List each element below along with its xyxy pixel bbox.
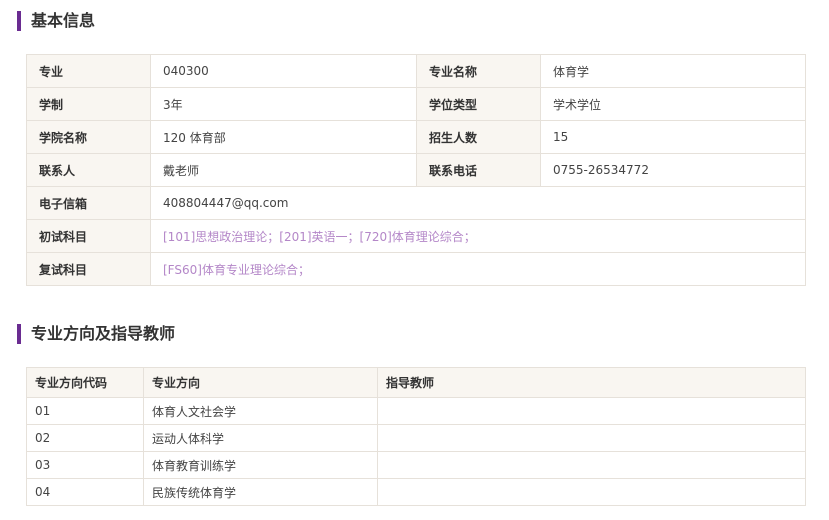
info-label: 招生人数 — [416, 120, 541, 154]
table-row: 04 民族传统体育学 — [26, 478, 806, 506]
info-label: 专业 — [26, 54, 151, 88]
info-row: 电子信箱 408804447@qq.com — [26, 186, 806, 220]
info-row: 学院名称 120 体育部 招生人数 15 — [26, 120, 806, 154]
second-exam-label: 复试科目 — [26, 252, 151, 286]
info-row: 专业 040300 专业名称 体育学 — [26, 54, 806, 88]
info-value: 120 体育部 — [150, 120, 417, 154]
info-row: 联系人 戴老师 联系电话 0755-26534772 — [26, 153, 806, 187]
second-exam-subjects-link[interactable]: [FS60]体育专业理论综合； — [150, 252, 806, 286]
direction-code: 04 — [26, 478, 144, 506]
info-value: 040300 — [150, 54, 417, 88]
direction-code: 03 — [26, 451, 144, 479]
basic-info-table: 专业 040300 专业名称 体育学 学制 3年 学位类型 学术学位 学院名称 … — [26, 54, 806, 286]
basic-info-title: 基本信息 — [17, 11, 95, 31]
column-header-direction: 专业方向 — [143, 367, 378, 398]
info-value: 0755-26534772 — [540, 153, 806, 187]
info-label: 学位类型 — [416, 87, 541, 121]
info-value: 学术学位 — [540, 87, 806, 121]
direction-name: 运动人体科学 — [143, 424, 378, 452]
direction-code: 02 — [26, 424, 144, 452]
info-label: 学制 — [26, 87, 151, 121]
direction-advisor — [377, 397, 806, 425]
info-value: 15 — [540, 120, 806, 154]
first-exam-subjects-link[interactable]: [101]思想政治理论；[201]英语一；[720]体育理论综合； — [150, 219, 806, 253]
column-header-code: 专业方向代码 — [26, 367, 144, 398]
direction-code: 01 — [26, 397, 144, 425]
direction-name: 民族传统体育学 — [143, 478, 378, 506]
info-label: 学院名称 — [26, 120, 151, 154]
direction-advisor — [377, 424, 806, 452]
info-label: 联系电话 — [416, 153, 541, 187]
info-row: 学制 3年 学位类型 学术学位 — [26, 87, 806, 121]
table-header-row: 专业方向代码 专业方向 指导教师 — [26, 367, 806, 398]
email-value: 408804447@qq.com — [150, 186, 806, 220]
info-value: 体育学 — [540, 54, 806, 88]
info-value: 戴老师 — [150, 153, 417, 187]
directions-table: 专业方向代码 专业方向 指导教师 01 体育人文社会学 02 运动人体科学 03… — [26, 367, 806, 506]
first-exam-label: 初试科目 — [26, 219, 151, 253]
column-header-advisor: 指导教师 — [377, 367, 806, 398]
table-row: 03 体育教育训练学 — [26, 451, 806, 479]
direction-advisor — [377, 451, 806, 479]
info-label: 专业名称 — [416, 54, 541, 88]
info-row: 复试科目 [FS60]体育专业理论综合； — [26, 252, 806, 286]
email-label: 电子信箱 — [26, 186, 151, 220]
info-label: 联系人 — [26, 153, 151, 187]
direction-name: 体育教育训练学 — [143, 451, 378, 479]
info-row: 初试科目 [101]思想政治理论；[201]英语一；[720]体育理论综合； — [26, 219, 806, 253]
direction-advisor — [377, 478, 806, 506]
table-row: 02 运动人体科学 — [26, 424, 806, 452]
info-value: 3年 — [150, 87, 417, 121]
table-row: 01 体育人文社会学 — [26, 397, 806, 425]
directions-title: 专业方向及指导教师 — [17, 324, 175, 344]
direction-name: 体育人文社会学 — [143, 397, 378, 425]
